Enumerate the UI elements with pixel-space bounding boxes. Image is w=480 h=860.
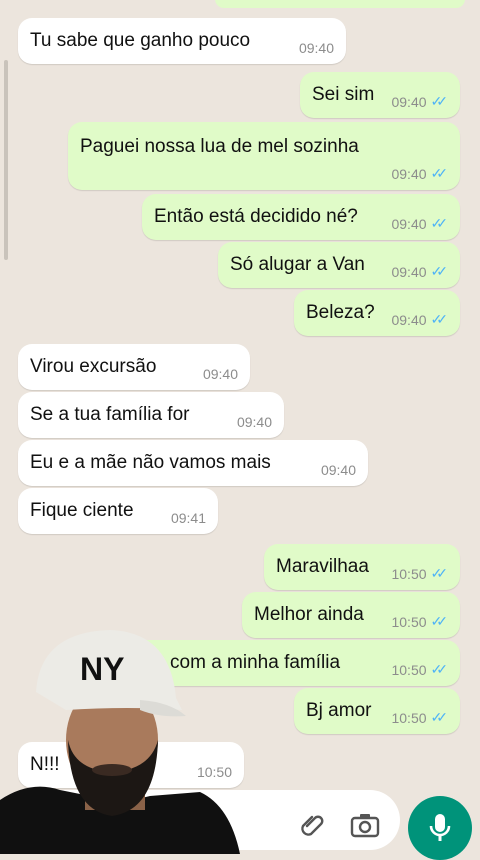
message-text: Então está decidido né? xyxy=(154,206,358,227)
double-check-icon: ✓✓ xyxy=(430,613,449,629)
message-time: 10:50 xyxy=(391,613,427,630)
previous-message-bubble xyxy=(215,0,465,8)
message-text: Só alugar a Van xyxy=(230,254,365,275)
camera-icon[interactable] xyxy=(350,812,380,838)
microphone-button[interactable] xyxy=(408,796,472,860)
message-time: 09:40 xyxy=(320,462,356,478)
message-bubble[interactable]: Eu e a mãe não vamos mais 09:40 xyxy=(18,440,368,486)
message-bubble[interactable]: Tu sabe que ganho pouco 09:40 xyxy=(18,18,346,64)
message-time: 10:50 xyxy=(391,709,427,726)
message-text: Se a tua família for xyxy=(30,404,190,425)
message-time: 09:40 xyxy=(202,366,238,382)
message-time: 09:40 xyxy=(391,93,427,110)
message-bubble[interactable]: Paguei nossa lua de mel sozinha 09:40 ✓✓ xyxy=(68,122,460,190)
cap-logo-text: NY xyxy=(80,651,124,687)
message-text: Beleza? xyxy=(306,302,375,323)
message-bubble[interactable]: Então está decidido né? 09:40 ✓✓ xyxy=(142,194,460,240)
message-time: 09:40 xyxy=(298,40,334,56)
double-check-icon: ✓✓ xyxy=(430,709,449,725)
double-check-icon: ✓✓ xyxy=(430,263,449,279)
microphone-icon xyxy=(429,814,451,841)
message-bubble[interactable]: Maravilhaa 10:50 ✓✓ xyxy=(264,544,460,590)
message-time: 09:40 xyxy=(236,414,272,430)
double-check-icon: ✓✓ xyxy=(430,215,449,231)
message-text: Maravilhaa xyxy=(276,556,369,577)
message-time: 09:40 xyxy=(391,263,427,280)
double-check-icon: ✓✓ xyxy=(430,93,449,109)
paperclip-icon[interactable] xyxy=(300,812,326,838)
scrollbar[interactable] xyxy=(4,60,8,260)
message-bubble[interactable]: Bj amor 10:50 ✓✓ xyxy=(294,688,460,734)
message-text: Tu sabe que ganho pouco xyxy=(30,30,251,51)
message-time: 09:40 xyxy=(391,215,427,232)
double-check-icon: ✓✓ xyxy=(430,165,449,181)
message-bubble[interactable]: Sei sim 09:40 ✓✓ xyxy=(300,72,460,118)
message-text: Bj amor xyxy=(306,700,372,721)
message-time: 10:50 xyxy=(391,661,427,678)
message-text: Sei sim xyxy=(312,84,375,105)
message-bubble[interactable]: Fique ciente 09:41 xyxy=(18,488,218,534)
person-overlay: NY xyxy=(0,630,240,854)
message-time: 09:41 xyxy=(170,510,206,526)
message-time: 09:40 xyxy=(391,311,427,328)
message-bubble[interactable]: Só alugar a Van 09:40 ✓✓ xyxy=(218,242,460,288)
double-check-icon: ✓✓ xyxy=(430,661,449,677)
message-time: 09:40 xyxy=(391,165,427,182)
message-text: Melhor ainda xyxy=(254,604,364,625)
message-bubble[interactable]: Virou excursão 09:40 xyxy=(18,344,250,390)
message-bubble[interactable]: Beleza? 09:40 ✓✓ xyxy=(294,290,460,336)
double-check-icon: ✓✓ xyxy=(430,565,449,581)
message-text: Paguei nossa lua de mel sozinha xyxy=(80,136,359,157)
message-text: Eu e a mãe não vamos mais xyxy=(30,452,271,473)
message-bubble[interactable]: Melhor ainda 10:50 ✓✓ xyxy=(242,592,460,638)
double-check-icon: ✓✓ xyxy=(430,311,449,327)
message-bubble[interactable]: Se a tua família for 09:40 xyxy=(18,392,284,438)
message-text: Fique ciente xyxy=(30,500,134,521)
message-text: Virou excursão xyxy=(30,356,157,377)
message-time: 10:50 xyxy=(391,565,427,582)
